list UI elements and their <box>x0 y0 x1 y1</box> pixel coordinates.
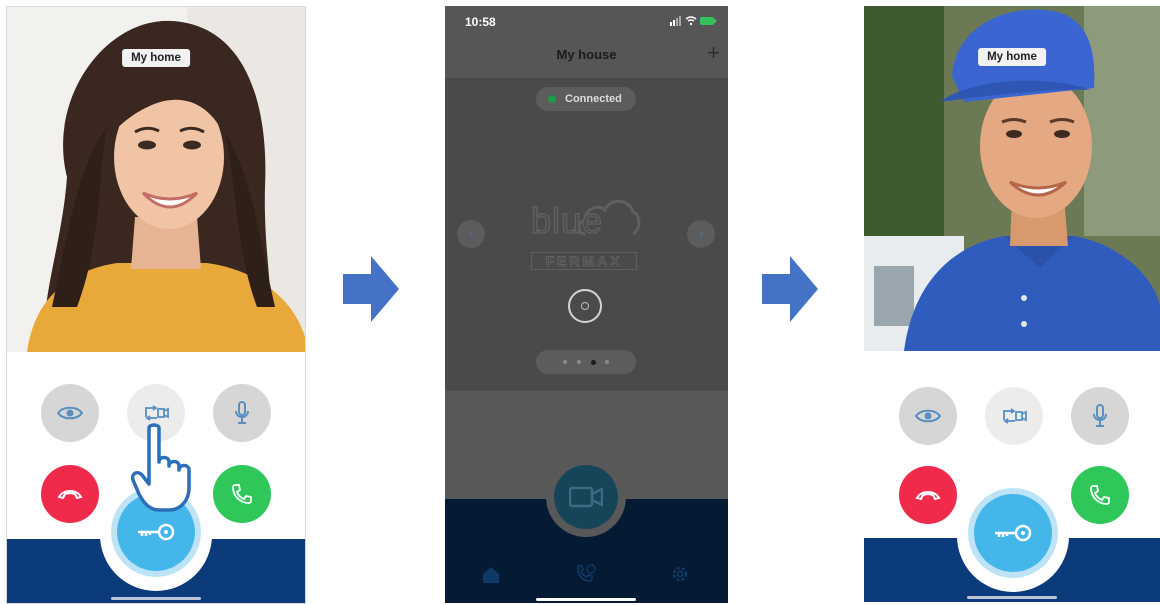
chevron-left-icon: ‹ <box>468 225 474 242</box>
key-icon <box>995 524 1032 542</box>
carousel-dot[interactable] <box>563 360 567 364</box>
video-call-button[interactable] <box>554 465 618 529</box>
add-device-button[interactable]: + <box>707 42 720 64</box>
carousel-dot-active[interactable] <box>590 359 596 365</box>
home-icon[interactable] <box>482 566 500 584</box>
home-indicator <box>967 596 1057 599</box>
video-feed-visitor-woman: My home <box>7 7 305 352</box>
hang-up-icon <box>915 491 941 501</box>
logo-subtext: FERMAX <box>531 252 637 270</box>
switch-camera-icon <box>145 405 169 421</box>
chevron-right-icon: › <box>698 225 704 242</box>
header-title: My house <box>556 47 617 62</box>
microphone-icon <box>235 401 249 424</box>
blue-fermax-logo: blue FERMAX <box>530 194 641 276</box>
home-indicator <box>536 598 636 601</box>
connection-status-text: Connected <box>565 93 622 105</box>
blue-fermax-app-home-screen: 10:58 My house + Connected ‹ › blue FERM… <box>445 6 728 603</box>
microphone-button[interactable] <box>213 384 271 442</box>
call-history-icon[interactable] <box>576 564 596 584</box>
status-bar-time: 10:58 <box>465 15 496 29</box>
microphone-icon <box>1093 404 1107 427</box>
call-controls <box>7 352 305 603</box>
answer-icon <box>232 484 252 504</box>
location-label: My home <box>978 48 1046 66</box>
logo-text: blue <box>530 199 604 242</box>
carousel-dot[interactable] <box>577 360 581 364</box>
status-dot <box>548 95 556 103</box>
hang-up-button[interactable] <box>899 466 957 524</box>
pointing-hand-icon <box>131 423 191 512</box>
hang-up-icon <box>57 490 83 500</box>
answer-button[interactable] <box>213 465 271 523</box>
home-indicator <box>111 597 201 600</box>
settings-icon[interactable] <box>671 565 689 583</box>
call-controls <box>864 351 1160 602</box>
video-feed-visitor-man: My home <box>864 6 1160 351</box>
status-icons <box>670 16 716 26</box>
carousel-prev-button[interactable]: ‹ <box>457 220 485 248</box>
carousel-pagination[interactable] <box>536 350 636 374</box>
intercom-call-screen-after: My home <box>864 6 1160 602</box>
answer-button[interactable] <box>1071 466 1129 524</box>
view-camera-button[interactable] <box>41 384 99 442</box>
eye-icon <box>57 406 83 420</box>
carousel-dot[interactable] <box>605 360 609 364</box>
switch-camera-icon <box>1003 408 1027 424</box>
camera-select-ring[interactable] <box>568 289 602 323</box>
key-icon <box>138 523 175 541</box>
intercom-call-screen-before: My home <box>6 6 306 604</box>
microphone-button[interactable] <box>1071 387 1129 445</box>
ring-center-dot <box>581 302 589 310</box>
carousel-next-button[interactable]: › <box>687 220 715 248</box>
location-label: My home <box>122 49 190 67</box>
connection-status-pill: Connected <box>536 87 636 111</box>
switch-camera-button[interactable] <box>985 387 1043 445</box>
next-step-arrow <box>343 256 399 322</box>
view-camera-button[interactable] <box>899 387 957 445</box>
next-step-arrow <box>762 256 818 322</box>
hang-up-button[interactable] <box>41 465 99 523</box>
video-camera-icon <box>569 486 603 508</box>
open-door-button[interactable] <box>974 494 1052 572</box>
eye-icon <box>915 409 941 423</box>
answer-icon <box>1090 485 1110 505</box>
